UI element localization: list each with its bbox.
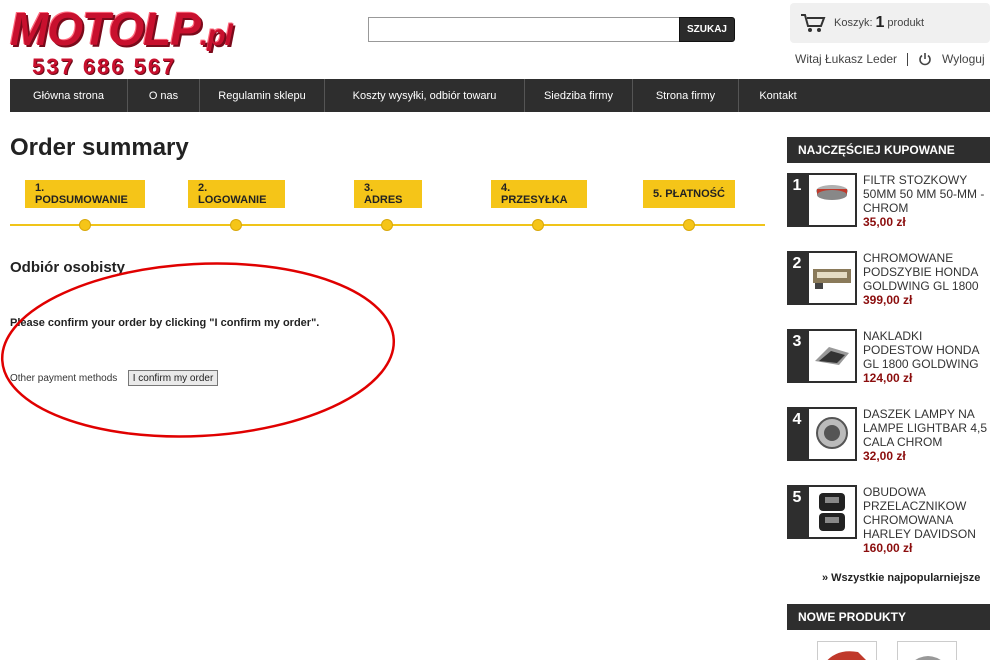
product-price: 32,00 zł <box>863 449 906 463</box>
popular-product-item[interactable]: 1 FILTR STOZKOWY 50MM 50 MM 50-MM - CHRO… <box>787 173 990 245</box>
step-summary[interactable]: 1. PODSUMOWANIE <box>25 180 145 208</box>
product-price: 35,00 zł <box>863 215 906 229</box>
confirm-order-button[interactable]: I confirm my order <box>128 370 218 386</box>
step-shipping[interactable]: 4. PRZESYŁKA <box>491 180 587 208</box>
nav-item-company-site[interactable]: Strona firmy <box>633 79 739 112</box>
nav-item-headquarters[interactable]: Siedziba firmy <box>525 79 633 112</box>
logout-link[interactable]: Wyloguj <box>942 52 985 66</box>
section-title: Odbiór osobisty <box>10 259 126 276</box>
product-name[interactable]: CHROMOWANE PODSZYBIE HONDA GOLDWING GL 1… <box>863 251 991 293</box>
product-rank: 2 <box>787 251 807 305</box>
checkout-steps: 1. PODSUMOWANIE 2. LOGOWANIE 3. ADRES 4.… <box>10 180 765 231</box>
product-name[interactable]: NAKLADKI PODESTOW HONDA GL 1800 GOLDWING <box>863 329 991 371</box>
product-rank: 4 <box>787 407 807 461</box>
product-thumbnail[interactable] <box>807 407 857 461</box>
logo-main-text: MOTOLP <box>10 3 201 55</box>
other-payment-methods-link[interactable]: Other payment methods <box>10 373 117 384</box>
step-dot <box>79 219 91 231</box>
nav-item-about[interactable]: O nas <box>128 79 200 112</box>
step-dot <box>532 219 544 231</box>
cart-icon <box>801 14 826 32</box>
search-button[interactable]: SZUKAJ <box>679 17 735 42</box>
footpeg-cover-image <box>815 347 849 365</box>
air-filter-image <box>816 185 848 200</box>
search-input[interactable] <box>368 17 680 42</box>
user-greeting[interactable]: Witaj Łukasz Leder <box>795 52 897 66</box>
step-dot <box>683 219 695 231</box>
cart-label: Koszyk: <box>834 17 873 29</box>
product-price: 160,00 zł <box>863 541 913 555</box>
popular-product-item[interactable]: 5 OBUDOWA PRZELACZNIKOW CHROMOWANA HARLE… <box>787 485 990 557</box>
new-products-heading: NOWE PRODUKTY <box>787 604 990 630</box>
step-dot <box>230 219 242 231</box>
product-rank: 1 <box>787 173 807 227</box>
nav-item-contact[interactable]: Kontakt <box>739 79 817 112</box>
cart-summary[interactable]: Koszyk: 1 produkt <box>790 3 990 43</box>
product-thumbnail[interactable] <box>807 173 857 227</box>
lamp-visor-image <box>816 417 848 449</box>
page-title: Order summary <box>10 134 189 161</box>
nav-item-shipping[interactable]: Koszty wysyłki, odbiór towaru <box>325 79 525 112</box>
popular-products-heading: NAJCZĘŚCIEJ KUPOWANE <box>787 137 990 163</box>
main-nav: Główna strona O nas Regulamin sklepu Kos… <box>10 79 990 112</box>
nav-item-home[interactable]: Główna strona <box>10 79 128 112</box>
confirm-instructions: Please confirm your order by clicking "I… <box>10 317 320 329</box>
site-logo[interactable]: MOTOLP.pl 537 686 567 <box>10 3 242 79</box>
step-dot <box>381 219 393 231</box>
product-image <box>827 651 866 660</box>
product-thumbnail[interactable] <box>807 251 857 305</box>
product-name[interactable]: DASZEK LAMPY NA LAMPE LIGHTBAR 4,5 CALA … <box>863 407 991 449</box>
step-login[interactable]: 2. LOGOWANIE <box>188 180 285 208</box>
logo-phone-number: 537 686 567 <box>32 54 177 79</box>
product-thumbnail[interactable] <box>807 485 857 539</box>
popular-product-item[interactable]: 2 CHROMOWANE PODSZYBIE HONDA GOLDWING GL… <box>787 251 990 323</box>
product-image <box>915 656 941 660</box>
chrome-trim-image <box>813 269 851 289</box>
logo-suffix-text: .pl <box>199 19 233 52</box>
power-icon[interactable] <box>918 52 932 66</box>
annotation-ellipse <box>0 262 396 438</box>
divider <box>907 52 909 66</box>
cart-unit: produkt <box>887 17 925 29</box>
nav-item-terms[interactable]: Regulamin sklepu <box>200 79 325 112</box>
product-name[interactable]: FILTR STOZKOWY 50MM 50 MM 50-MM - CHROM <box>863 173 991 215</box>
product-name[interactable]: OBUDOWA PRZELACZNIKOW CHROMOWANA HARLEY … <box>863 485 991 541</box>
step-address[interactable]: 3. ADRES <box>354 180 422 208</box>
switch-housing-image <box>819 493 845 531</box>
new-product-thumbnail[interactable] <box>817 641 877 660</box>
product-rank: 3 <box>787 329 807 383</box>
new-product-thumbnail[interactable] <box>897 641 957 660</box>
all-popular-link[interactable]: » Wszystkie najpopularniejsze <box>822 572 980 584</box>
product-thumbnail[interactable] <box>807 329 857 383</box>
product-rank: 5 <box>787 485 807 539</box>
product-price: 399,00 zł <box>863 293 913 307</box>
step-payment[interactable]: 5. PŁATNOŚĆ <box>643 180 735 208</box>
popular-product-item[interactable]: 3 NAKLADKI PODESTOW HONDA GL 1800 GOLDWI… <box>787 329 990 401</box>
product-price: 124,00 zł <box>863 371 913 385</box>
cart-count: 1 <box>875 14 885 31</box>
popular-product-item[interactable]: 4 DASZEK LAMPY NA LAMPE LIGHTBAR 4,5 CAL… <box>787 407 990 479</box>
user-bar: Witaj Łukasz Leder Wyloguj <box>795 52 985 66</box>
